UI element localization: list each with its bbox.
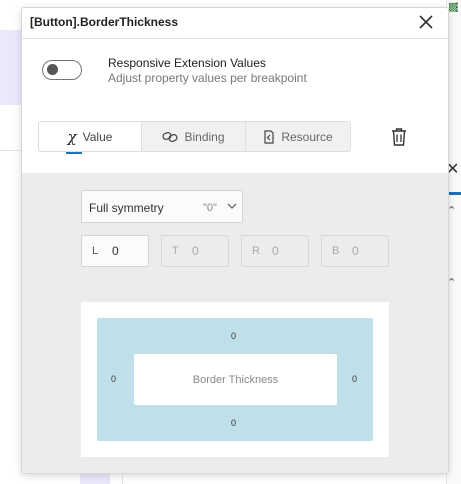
preview-border-area: 0 0 Border Thickness 0 0 — [97, 318, 373, 441]
popup-title: [Button].BorderThickness — [30, 15, 179, 29]
background-divider — [0, 150, 22, 151]
tab-resource-label: Resource — [281, 129, 333, 144]
left-input[interactable] — [112, 242, 142, 260]
responsive-title: Responsive Extension Values — [108, 56, 266, 70]
preview-label: Border Thickness — [192, 373, 279, 386]
link-icon — [162, 131, 179, 143]
value-source-tabs: 𝜒 Value Binding Resource — [38, 121, 351, 152]
popup-header: [Button].BorderThickness — [22, 8, 448, 39]
fx-icon: 𝜒 — [67, 127, 77, 146]
tab-value-label: Value — [82, 129, 113, 144]
close-button[interactable] — [416, 12, 436, 32]
tab-value[interactable]: 𝜒 Value — [39, 122, 142, 151]
trash-icon — [392, 128, 406, 146]
toggle-knob — [47, 64, 58, 75]
right-thickness-field: R — [241, 235, 309, 267]
tab-binding-label: Binding — [184, 129, 225, 144]
more-options-icon[interactable]: ⋮ — [451, 0, 461, 14]
responsive-toggle[interactable] — [42, 60, 82, 80]
preview-left-value: 0 — [111, 374, 117, 384]
left-thickness-field[interactable]: L — [81, 235, 149, 267]
chevron-down-icon — [227, 203, 237, 209]
resource-icon — [263, 129, 275, 144]
symmetry-label: Full symmetry — [89, 201, 164, 215]
tab-resource[interactable]: Resource — [246, 122, 350, 151]
delete-value-button[interactable] — [390, 127, 408, 147]
bottom-label: B — [332, 245, 340, 257]
left-label: L — [92, 245, 99, 257]
bottom-input — [352, 242, 382, 260]
right-input — [272, 242, 302, 260]
top-label: T — [172, 245, 179, 257]
symmetry-dropdown[interactable]: Full symmetry "0" — [81, 190, 243, 223]
preview-content: Border Thickness — [134, 354, 337, 405]
top-thickness-field: T — [161, 235, 229, 267]
responsive-subtitle: Adjust property values per breakpoint — [108, 71, 307, 85]
right-label: R — [252, 245, 260, 257]
symmetry-value: "0" — [203, 202, 217, 214]
preview-bottom-value: 0 — [231, 418, 237, 428]
active-tab-indicator — [66, 152, 82, 154]
property-popup: [Button].BorderThickness Responsive Exte… — [21, 7, 449, 474]
bottom-thickness-field: B — [321, 235, 389, 267]
close-icon — [419, 15, 433, 29]
border-preview: 0 0 Border Thickness 0 0 — [81, 302, 389, 457]
preview-right-value: 0 — [352, 374, 358, 384]
background-panel-highlight — [0, 30, 22, 105]
preview-top-value: 0 — [231, 331, 237, 341]
tab-binding[interactable]: Binding — [142, 122, 246, 151]
top-input — [192, 242, 222, 260]
